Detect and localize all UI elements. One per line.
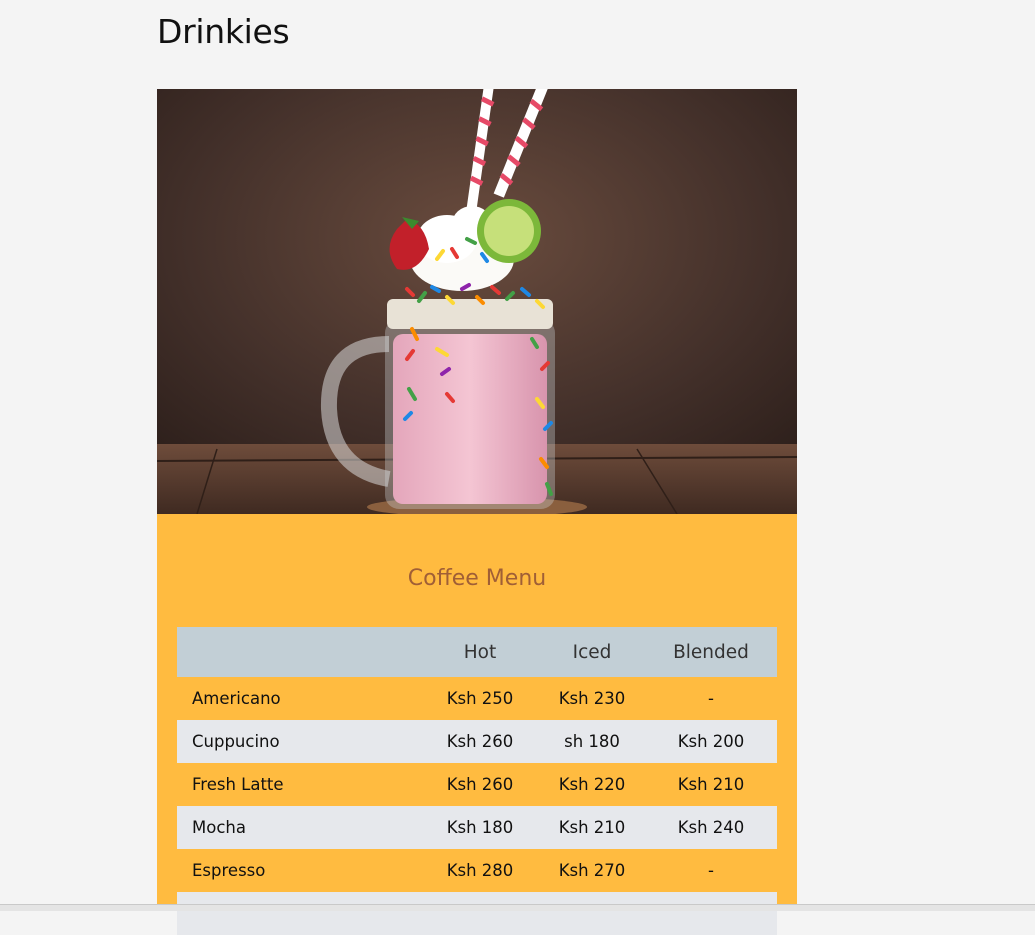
milkshake-photo (157, 89, 797, 514)
column-header-blended: Blended (673, 641, 749, 663)
drink-name: Mocha (192, 818, 246, 837)
iced-price: sh 180 (564, 732, 620, 751)
table-row: Cuppucino Ksh 260 sh 180 Ksh 200 (177, 720, 777, 763)
drink-name (177, 892, 421, 935)
blended-price: - (708, 689, 714, 708)
iced-price: Ksh 220 (558, 775, 626, 794)
drink-name: Americano (192, 689, 281, 708)
table-header-row: Hot Iced Blended (177, 627, 777, 677)
blended-price (645, 892, 777, 935)
hot-price: Ksh 260 (446, 775, 514, 794)
coffee-menu-panel: Coffee Menu Hot Iced Blended Americano K… (157, 514, 797, 935)
column-header-hot: Hot (463, 641, 497, 663)
blended-price: Ksh 210 (677, 775, 745, 794)
column-header-item (177, 627, 421, 677)
table-row: Fresh Latte Ksh 260 Ksh 220 Ksh 210 (177, 763, 777, 806)
hot-price: Ksh 250 (446, 689, 514, 708)
table-row: Mocha Ksh 180 Ksh 210 Ksh 240 (177, 806, 777, 849)
drink-name: Espresso (192, 861, 266, 880)
table-row: Espresso Ksh 280 Ksh 270 - (177, 849, 777, 892)
iced-price (539, 892, 645, 935)
hot-price (421, 892, 539, 935)
coffee-menu-table: Hot Iced Blended Americano Ksh 250 Ksh 2… (177, 627, 777, 935)
hero-image (157, 89, 797, 514)
page-title: Drinkies (157, 12, 290, 51)
blended-price: Ksh 240 (677, 818, 745, 837)
table-row: Americano Ksh 250 Ksh 230 - (177, 677, 777, 720)
drink-name: Cuppucino (192, 732, 280, 751)
blended-price: - (708, 861, 714, 880)
hot-price: Ksh 260 (446, 732, 514, 751)
menu-title: Coffee Menu (407, 566, 547, 591)
column-header-iced: Iced (572, 641, 612, 663)
hot-price: Ksh 180 (446, 818, 514, 837)
table-row (177, 892, 777, 935)
drink-name: Fresh Latte (192, 775, 284, 794)
iced-price: Ksh 210 (558, 818, 626, 837)
iced-price: Ksh 230 (558, 689, 626, 708)
blended-price: Ksh 200 (677, 732, 745, 751)
hot-price: Ksh 280 (446, 861, 514, 880)
iced-price: Ksh 270 (558, 861, 626, 880)
